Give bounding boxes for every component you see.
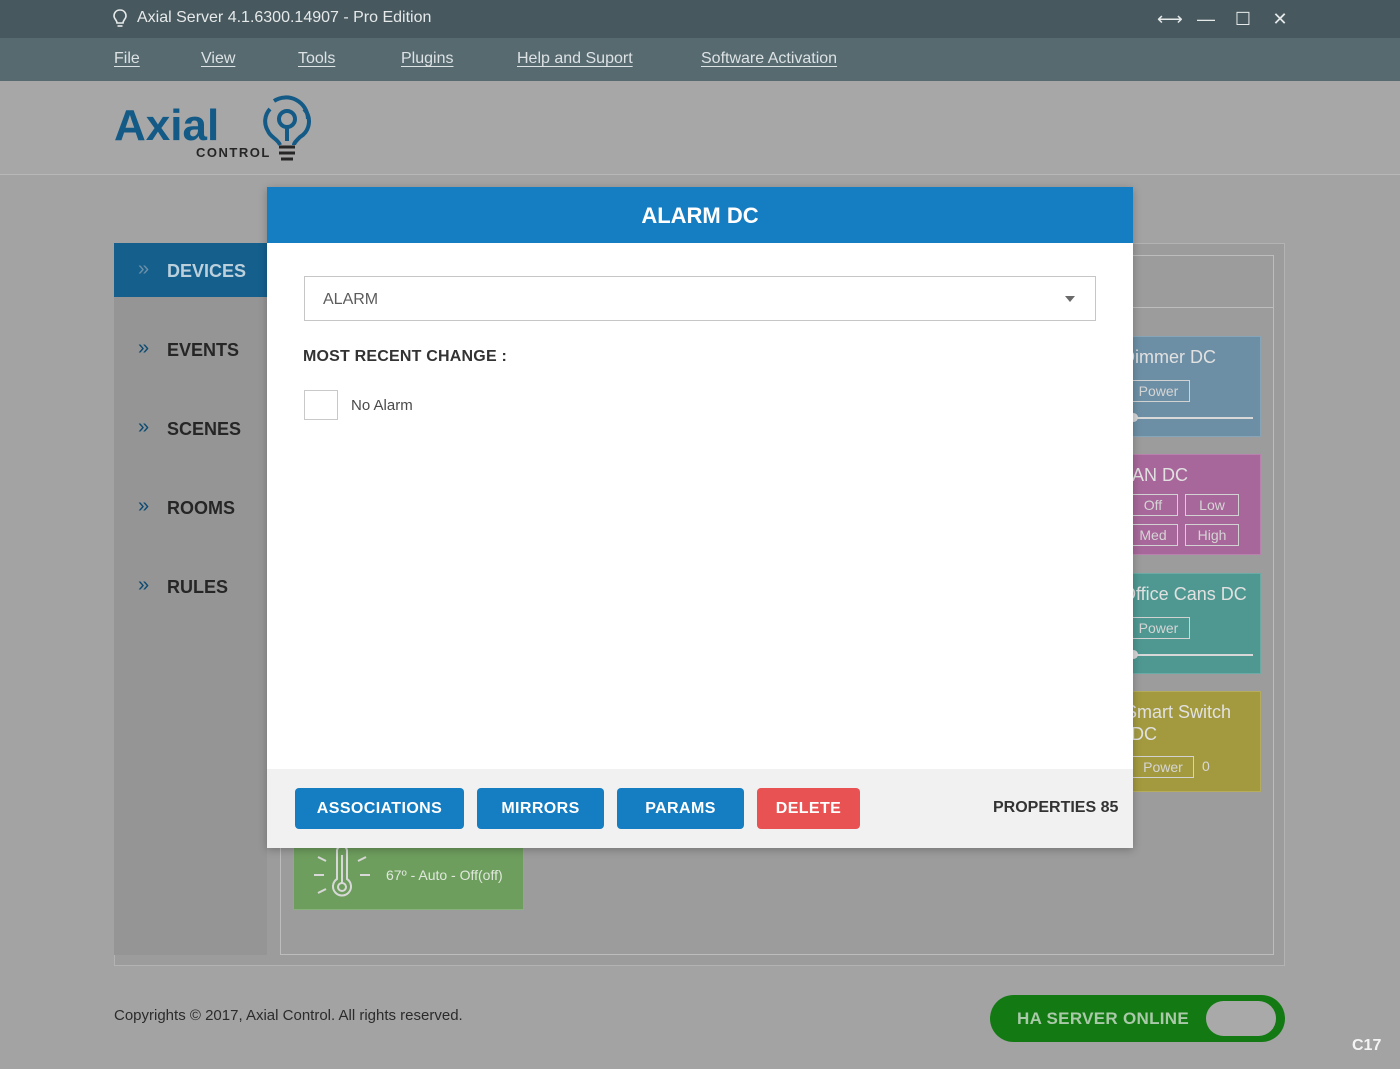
chevron-right-icon: »: [138, 337, 150, 359]
thermostat-status: 67º - Auto - Off(off): [386, 867, 503, 883]
ha-server-status-toggle[interactable]: HA SERVER ONLINE: [990, 995, 1285, 1042]
caret-down-icon: [1065, 296, 1075, 302]
select-value: ALARM: [323, 291, 379, 308]
window-title: Axial Server 4.1.6300.14907 - Pro Editio…: [137, 9, 432, 26]
fan-off-button[interactable]: Off: [1128, 494, 1178, 516]
menu-plugins[interactable]: Plugins: [401, 50, 453, 68]
toggle-knob[interactable]: [1206, 1001, 1276, 1036]
corner-label: C17: [1352, 1037, 1382, 1054]
sidebar-item-label: ROOMS: [167, 498, 236, 518]
logo-text: Axial: [114, 101, 219, 150]
menu-software-activation[interactable]: Software Activation: [701, 50, 837, 68]
dimmer-slider[interactable]: [1131, 417, 1253, 419]
sidebar-item-label: DEVICES: [167, 261, 247, 281]
fan-high-button[interactable]: High: [1185, 524, 1239, 546]
server-status-label: HA SERVER ONLINE: [1017, 1009, 1189, 1028]
power-button[interactable]: Power: [1132, 756, 1194, 778]
chevron-right-icon: »: [138, 495, 150, 517]
power-button[interactable]: Power: [1127, 380, 1190, 402]
logo-bulb-icon: [263, 95, 311, 146]
sidebar-item-events[interactable]: » EVENTS: [114, 322, 267, 376]
title-bar: Axial Server 4.1.6300.14907 - Pro Editio…: [0, 0, 1400, 38]
device-card-name-line2: DC: [1131, 724, 1157, 744]
associations-button[interactable]: ASSOCIATIONS: [295, 788, 464, 829]
lightbulb-icon: [113, 9, 127, 27]
menu-help[interactable]: Help and Suport: [517, 50, 633, 68]
sidebar-item-devices[interactable]: » DEVICES: [114, 243, 267, 297]
modal-header: ALARM DC: [267, 187, 1133, 243]
chevron-right-icon: »: [138, 258, 150, 280]
chevron-right-icon: »: [138, 416, 150, 438]
fan-med-button[interactable]: Med: [1128, 524, 1178, 546]
sidebar-item-rules[interactable]: » RULES: [114, 559, 267, 613]
copyright-text: Copyrights © 2017, Axial Control. All ri…: [114, 1007, 463, 1024]
maximize-icon[interactable]: ☐: [1232, 8, 1254, 30]
chevron-right-icon: »: [138, 574, 150, 596]
sidebar-item-rooms[interactable]: » ROOMS: [114, 480, 267, 534]
mirrors-button[interactable]: MIRRORS: [477, 788, 604, 829]
fan-low-button[interactable]: Low: [1185, 494, 1239, 516]
switch-value: 0: [1202, 758, 1210, 774]
menu-view[interactable]: View: [201, 50, 235, 68]
resize-icon[interactable]: ⟷: [1157, 8, 1183, 30]
alarm-modal: ALARM DC ALARM MOST RECENT CHANGE : No A…: [267, 187, 1133, 848]
logo-subtext: CONTROL: [196, 145, 271, 160]
menu-file[interactable]: File: [114, 50, 140, 68]
sidebar-item-scenes[interactable]: » SCENES: [114, 401, 267, 455]
sidebar-item-label: SCENES: [167, 419, 242, 439]
device-card-name: Dimmer DC: [1122, 347, 1216, 367]
sidebar-item-label: RULES: [167, 577, 229, 597]
close-icon[interactable]: ✕: [1269, 8, 1291, 30]
modal-title: ALARM DC: [641, 203, 759, 228]
no-alarm-label: No Alarm: [351, 397, 413, 414]
minimize-icon[interactable]: —: [1195, 8, 1217, 30]
power-button[interactable]: Power: [1127, 617, 1190, 639]
thermometer-icon: [314, 845, 370, 897]
no-alarm-checkbox[interactable]: [304, 390, 338, 420]
device-card-name: Office Cans DC: [1122, 584, 1247, 604]
delete-button[interactable]: DELETE: [757, 788, 860, 829]
modal-footer: ASSOCIATIONS MIRRORS PARAMS DELETE PROPE…: [267, 769, 1133, 848]
alarm-type-select[interactable]: ALARM: [304, 276, 1096, 321]
dimmer-slider[interactable]: [1131, 654, 1253, 656]
device-card-name: Smart Switch: [1125, 702, 1232, 722]
menu-bar: File View Tools Plugins Help and Suport …: [0, 38, 1400, 81]
params-button[interactable]: PARAMS: [617, 788, 744, 829]
most-recent-change-label: MOST RECENT CHANGE :: [303, 348, 507, 365]
properties-count: PROPERTIES 85: [993, 799, 1119, 816]
menu-tools[interactable]: Tools: [298, 50, 335, 68]
sidebar-item-label: EVENTS: [167, 340, 240, 360]
axial-control-logo: Axial CONTROL: [114, 95, 311, 161]
